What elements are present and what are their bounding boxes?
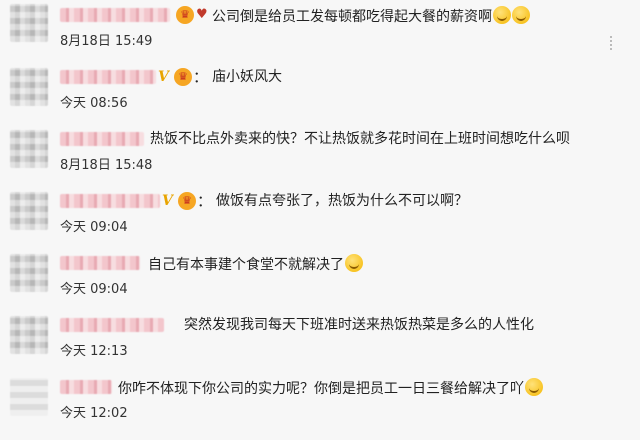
- timestamp: 8月18日 15:49: [60, 34, 153, 49]
- comment-text: 热饭不比点外卖来的快？不让热饭就多花时间在上班时间想吃什么呗: [150, 131, 570, 147]
- crown-icon: ♛: [176, 6, 194, 24]
- avatar[interactable]: [10, 254, 48, 292]
- verified-v-icon: V: [162, 193, 173, 209]
- comment-text: 做饭有点夸张了，热饭为什么不可以啊？: [216, 193, 468, 209]
- colon: ：: [197, 192, 213, 210]
- comment-item: 热饭不比点外卖来的快？不让热饭就多花时间在上班时间想吃什么呗 8月18日 15:…: [0, 124, 640, 186]
- grin-emoji-icon: [493, 6, 511, 24]
- username-blurred[interactable]: [60, 380, 112, 394]
- comment-item: 突然发现我司每天下班准时送来热饭热菜是多么的人性化 今天 12:13: [0, 310, 640, 372]
- comment-text: 你咋不体现下你公司的实力呢？你倒是把员工一日三餐给解决了吖: [118, 378, 543, 398]
- username-blurred[interactable]: [60, 8, 170, 22]
- vip-badge-icon: ♥: [196, 7, 208, 22]
- timestamp: 今天 09:04: [60, 282, 128, 297]
- comment-text: 公司倒是给员工发每顿都吃得起大餐的薪资啊: [212, 6, 530, 26]
- avatar[interactable]: [10, 378, 48, 416]
- colon: ：: [193, 68, 209, 86]
- crown-icon: ♛: [174, 68, 192, 86]
- username-blurred[interactable]: [60, 194, 160, 208]
- comment-item: 你咋不体现下你公司的实力呢？你倒是把员工一日三餐给解决了吖 今天 12:02: [0, 372, 640, 434]
- sheepish-emoji-icon: [525, 378, 543, 396]
- avatar[interactable]: [10, 316, 48, 354]
- username-blurred[interactable]: [60, 318, 164, 332]
- comment-text: 自己有本事建个食堂不就解决了: [148, 254, 363, 274]
- crown-icon: ♛: [178, 192, 196, 210]
- comment-text: 突然发现我司每天下班准时送来热饭热菜是多么的人性化: [184, 317, 534, 333]
- avatar[interactable]: [10, 4, 48, 42]
- timestamp: 今天 08:56: [60, 96, 128, 111]
- username-blurred[interactable]: [60, 256, 140, 270]
- more-options-icon[interactable]: [610, 36, 612, 50]
- avatar[interactable]: [10, 130, 48, 168]
- timestamp: 今天 12:02: [60, 406, 128, 421]
- comment-item: V ♛ ： 做饭有点夸张了，热饭为什么不可以啊？ 今天 09:04: [0, 186, 640, 248]
- username-blurred[interactable]: [60, 132, 144, 146]
- comment-item: 自己有本事建个食堂不就解决了 今天 09:04: [0, 248, 640, 310]
- timestamp: 今天 12:13: [60, 344, 128, 359]
- yummy-emoji-icon: [345, 254, 363, 272]
- timestamp: 8月18日 15:48: [60, 158, 153, 173]
- username-blurred[interactable]: [60, 70, 156, 84]
- timestamp: 今天 09:04: [60, 220, 128, 235]
- comment-item: V ♛ ： 庙小妖风大 今天 08:56: [0, 62, 640, 124]
- grin-emoji-icon: [512, 6, 530, 24]
- avatar[interactable]: [10, 68, 48, 106]
- comment-text: 庙小妖风大: [212, 69, 282, 85]
- avatar[interactable]: [10, 192, 48, 230]
- comment-item: ♛ ♥ 公司倒是给员工发每顿都吃得起大餐的薪资啊 8月18日 15:49: [0, 0, 640, 62]
- verified-v-icon: V: [158, 69, 169, 85]
